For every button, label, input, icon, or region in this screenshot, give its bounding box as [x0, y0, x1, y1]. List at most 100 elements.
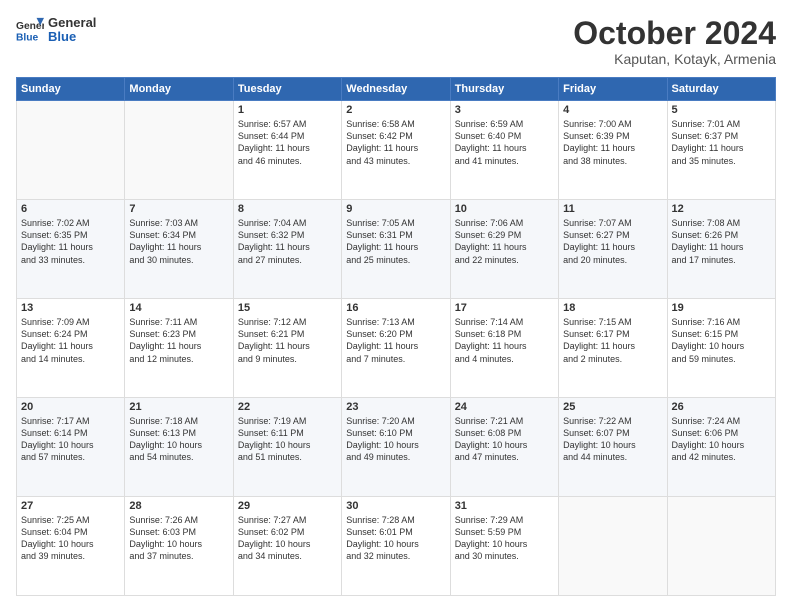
day-number: 31 [455, 500, 554, 512]
cell-info: Sunrise: 7:07 AM Sunset: 6:27 PM Dayligh… [563, 217, 662, 266]
calendar-cell: 30 Sunrise: 7:28 AM Sunset: 6:01 PM Dayli… [342, 497, 450, 596]
calendar-cell: 2 Sunrise: 6:58 AM Sunset: 6:42 PM Daylig… [342, 101, 450, 200]
day-number: 13 [21, 302, 120, 314]
cell-info: Sunrise: 7:21 AM Sunset: 6:08 PM Dayligh… [455, 415, 554, 464]
calendar-cell: 12Sunrise: 7:08 AM Sunset: 6:26 PM Dayli… [667, 200, 775, 299]
cell-info: Sunrise: 7:17 AM Sunset: 6:14 PM Dayligh… [21, 415, 120, 464]
day-number: 6 [21, 203, 120, 215]
cell-info: Sunrise: 7:20 AM Sunset: 6:10 PM Dayligh… [346, 415, 445, 464]
day-number: 16 [346, 302, 445, 314]
cell-info: Sunrise: 7:02 AM Sunset: 6:35 PM Dayligh… [21, 217, 120, 266]
calendar-table: SundayMondayTuesdayWednesdayThursdayFrid… [16, 77, 776, 596]
day-number: 29 [238, 500, 337, 512]
calendar-cell [667, 497, 775, 596]
logo-general: General [48, 16, 96, 30]
day-number: 15 [238, 302, 337, 314]
cell-info: Sunrise: 7:27 AM Sunset: 6:02 PM Dayligh… [238, 514, 337, 563]
calendar-cell [559, 497, 667, 596]
calendar-cell: 11 Sunrise: 7:07 AM Sunset: 6:27 PM Dayli… [559, 200, 667, 299]
calendar-cell: 16 Sunrise: 7:13 AM Sunset: 6:20 PM Dayli… [342, 299, 450, 398]
weekday-friday: Friday [559, 78, 667, 101]
day-number: 25 [563, 401, 662, 413]
calendar-cell: 27 Sunrise: 7:25 AM Sunset: 6:04 PM Dayli… [17, 497, 125, 596]
cell-info: Sunrise: 7:01 AM Sunset: 6:37 PM Dayligh… [672, 118, 771, 167]
day-number: 24 [455, 401, 554, 413]
calendar-cell: 28Sunrise: 7:26 AM Sunset: 6:03 PM Dayli… [125, 497, 233, 596]
cell-info: Sunrise: 7:11 AM Sunset: 6:23 PM Dayligh… [129, 316, 228, 365]
cell-info: Sunrise: 7:13 AM Sunset: 6:20 PM Dayligh… [346, 316, 445, 365]
calendar-cell: 7 Sunrise: 7:03 AM Sunset: 6:34 PM Daylig… [125, 200, 233, 299]
cell-info: Sunrise: 7:18 AM Sunset: 6:13 PM Dayligh… [129, 415, 228, 464]
day-number: 5 [672, 104, 771, 116]
location: Kaputan, Kotayk, Armenia [573, 51, 776, 67]
day-number: 22 [238, 401, 337, 413]
calendar-cell: 9Sunrise: 7:05 AM Sunset: 6:31 PM Daylig… [342, 200, 450, 299]
logo-blue: Blue [48, 30, 96, 44]
calendar-cell: 14 Sunrise: 7:11 AM Sunset: 6:23 PM Dayli… [125, 299, 233, 398]
calendar-cell: 31Sunrise: 7:29 AM Sunset: 5:59 PM Dayli… [450, 497, 558, 596]
calendar-row-5: 27 Sunrise: 7:25 AM Sunset: 6:04 PM Dayli… [17, 497, 776, 596]
day-number: 18 [563, 302, 662, 314]
day-number: 1 [238, 104, 337, 116]
day-number: 8 [238, 203, 337, 215]
cell-info: Sunrise: 6:59 AM Sunset: 6:40 PM Dayligh… [455, 118, 554, 167]
month-title: October 2024 [573, 16, 776, 51]
cell-info: Sunrise: 7:12 AM Sunset: 6:21 PM Dayligh… [238, 316, 337, 365]
calendar-cell: 1 Sunrise: 6:57 AM Sunset: 6:44 PM Daylig… [233, 101, 341, 200]
cell-info: Sunrise: 7:03 AM Sunset: 6:34 PM Dayligh… [129, 217, 228, 266]
day-number: 10 [455, 203, 554, 215]
cell-info: Sunrise: 7:28 AM Sunset: 6:01 PM Dayligh… [346, 514, 445, 563]
cell-info: Sunrise: 7:06 AM Sunset: 6:29 PM Dayligh… [455, 217, 554, 266]
calendar-cell [125, 101, 233, 200]
logo: General Blue General Blue [16, 16, 96, 45]
day-number: 20 [21, 401, 120, 413]
day-number: 28 [129, 500, 228, 512]
day-number: 30 [346, 500, 445, 512]
calendar-row-3: 13 Sunrise: 7:09 AM Sunset: 6:24 PM Dayli… [17, 299, 776, 398]
calendar-cell: 3Sunrise: 6:59 AM Sunset: 6:40 PM Daylig… [450, 101, 558, 200]
day-number: 4 [563, 104, 662, 116]
calendar-row-4: 20 Sunrise: 7:17 AM Sunset: 6:14 PM Dayli… [17, 398, 776, 497]
weekday-monday: Monday [125, 78, 233, 101]
weekday-tuesday: Tuesday [233, 78, 341, 101]
cell-info: Sunrise: 6:58 AM Sunset: 6:42 PM Dayligh… [346, 118, 445, 167]
cell-info: Sunrise: 7:14 AM Sunset: 6:18 PM Dayligh… [455, 316, 554, 365]
calendar-cell: 5 Sunrise: 7:01 AM Sunset: 6:37 PM Daylig… [667, 101, 775, 200]
cell-info: Sunrise: 7:09 AM Sunset: 6:24 PM Dayligh… [21, 316, 120, 365]
calendar-cell: 18Sunrise: 7:15 AM Sunset: 6:17 PM Dayli… [559, 299, 667, 398]
calendar-row-2: 6 Sunrise: 7:02 AM Sunset: 6:35 PM Daylig… [17, 200, 776, 299]
day-number: 27 [21, 500, 120, 512]
cell-info: Sunrise: 7:22 AM Sunset: 6:07 PM Dayligh… [563, 415, 662, 464]
calendar-cell: 20 Sunrise: 7:17 AM Sunset: 6:14 PM Dayli… [17, 398, 125, 497]
day-number: 23 [346, 401, 445, 413]
weekday-sunday: Sunday [17, 78, 125, 101]
calendar-cell: 17Sunrise: 7:14 AM Sunset: 6:18 PM Dayli… [450, 299, 558, 398]
cell-info: Sunrise: 6:57 AM Sunset: 6:44 PM Dayligh… [238, 118, 337, 167]
cell-info: Sunrise: 7:19 AM Sunset: 6:11 PM Dayligh… [238, 415, 337, 464]
logo-icon: General Blue [16, 16, 44, 44]
cell-info: Sunrise: 7:24 AM Sunset: 6:06 PM Dayligh… [672, 415, 771, 464]
cell-info: Sunrise: 7:25 AM Sunset: 6:04 PM Dayligh… [21, 514, 120, 563]
svg-text:Blue: Blue [16, 33, 39, 44]
calendar-cell: 21 Sunrise: 7:18 AM Sunset: 6:13 PM Dayli… [125, 398, 233, 497]
cell-info: Sunrise: 7:00 AM Sunset: 6:39 PM Dayligh… [563, 118, 662, 167]
day-number: 19 [672, 302, 771, 314]
calendar-cell: 23 Sunrise: 7:20 AM Sunset: 6:10 PM Dayli… [342, 398, 450, 497]
calendar-cell [17, 101, 125, 200]
day-number: 26 [672, 401, 771, 413]
calendar-cell: 10 Sunrise: 7:06 AM Sunset: 6:29 PM Dayli… [450, 200, 558, 299]
day-number: 14 [129, 302, 228, 314]
cell-info: Sunrise: 7:05 AM Sunset: 6:31 PM Dayligh… [346, 217, 445, 266]
calendar-page: General Blue General Blue October 2024 K… [0, 0, 792, 612]
cell-info: Sunrise: 7:16 AM Sunset: 6:15 PM Dayligh… [672, 316, 771, 365]
day-number: 21 [129, 401, 228, 413]
day-number: 11 [563, 203, 662, 215]
weekday-saturday: Saturday [667, 78, 775, 101]
calendar-cell: 6 Sunrise: 7:02 AM Sunset: 6:35 PM Daylig… [17, 200, 125, 299]
day-number: 2 [346, 104, 445, 116]
title-block: October 2024 Kaputan, Kotayk, Armenia [573, 16, 776, 67]
day-number: 7 [129, 203, 228, 215]
calendar-cell: 19 Sunrise: 7:16 AM Sunset: 6:15 PM Dayli… [667, 299, 775, 398]
calendar-cell: 8Sunrise: 7:04 AM Sunset: 6:32 PM Daylig… [233, 200, 341, 299]
weekday-header-row: SundayMondayTuesdayWednesdayThursdayFrid… [17, 78, 776, 101]
